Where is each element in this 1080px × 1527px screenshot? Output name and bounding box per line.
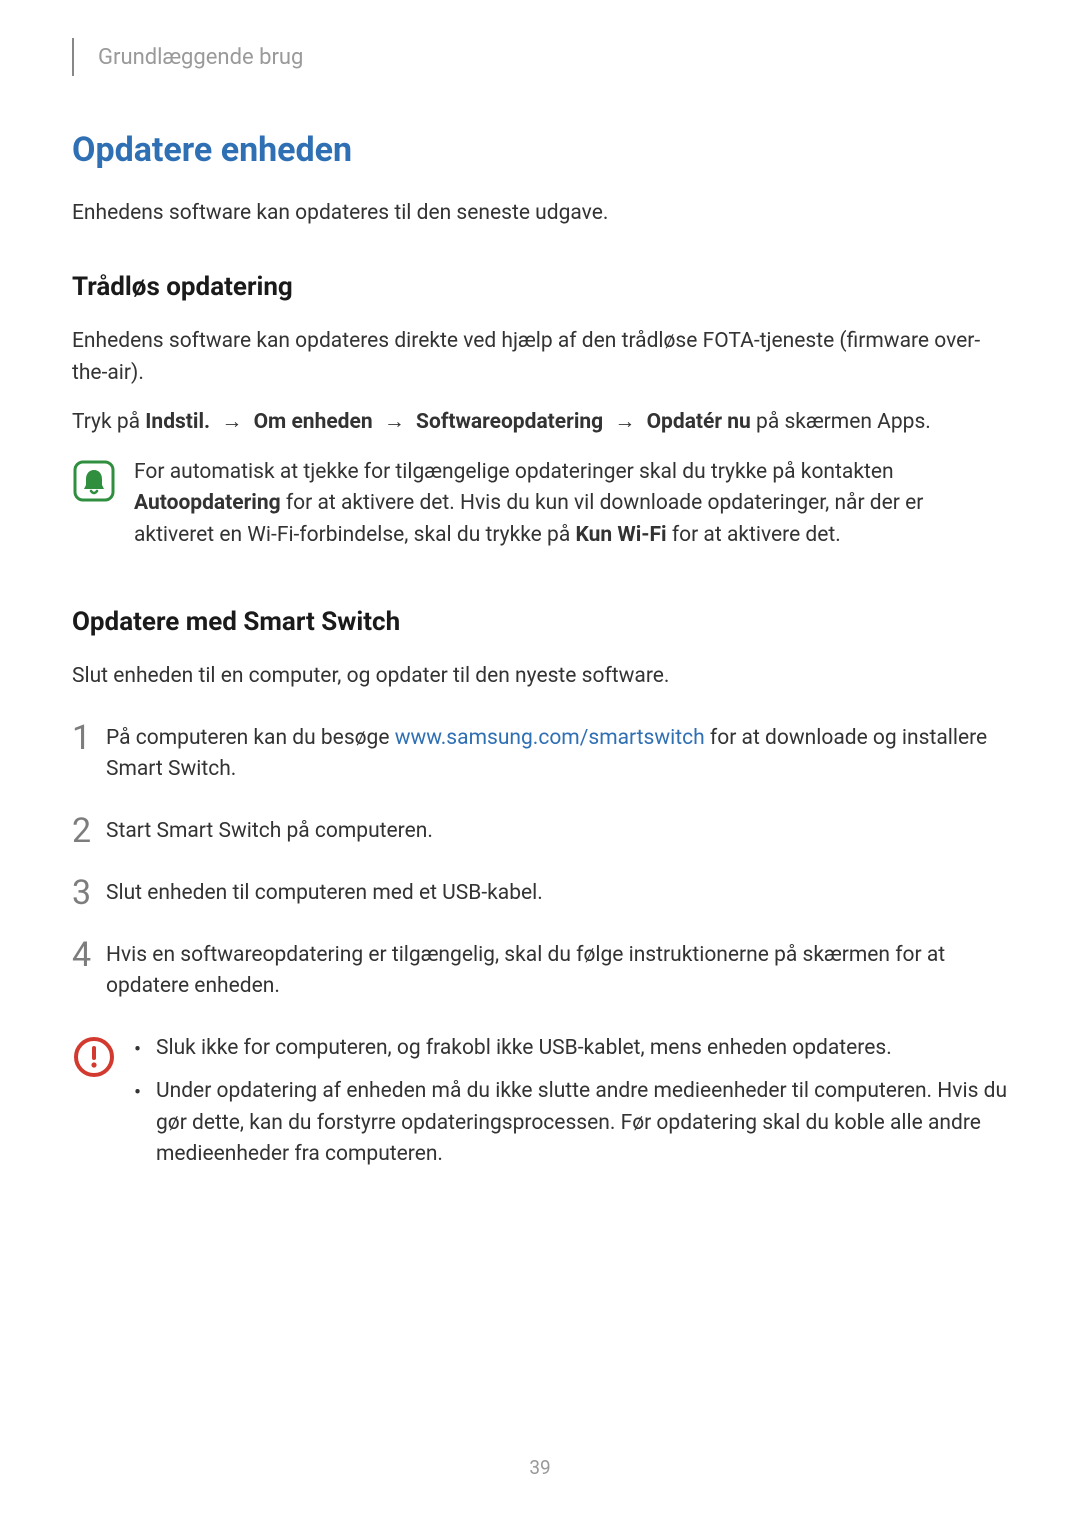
- steps-list: 1 På computeren kan du besøge www.samsun…: [72, 723, 1008, 1003]
- path-arrow: →: [384, 410, 405, 434]
- step-4: 4 Hvis en softwareopdatering er tilgænge…: [72, 940, 1008, 1003]
- warning-item: • Under opdatering af enheden må du ikke…: [134, 1076, 1008, 1171]
- note-bell-icon: [72, 459, 116, 507]
- smartswitch-link[interactable]: www.samsung.com/smartswitch: [395, 726, 705, 750]
- bullet-icon: •: [134, 1033, 156, 1067]
- path-arrow: →: [614, 410, 635, 434]
- warning-text: Under opdatering af enheden må du ikke s…: [156, 1076, 1008, 1171]
- step-3: 3 Slut enheden til computeren med et USB…: [72, 878, 1008, 910]
- path-arrow: →: [221, 410, 242, 434]
- step-body: Hvis en softwareopdatering er tilgængeli…: [106, 940, 1008, 1003]
- path-suffix: på skærmen Apps.: [751, 410, 931, 434]
- note-text: For automatisk at tjekke for tilgængelig…: [134, 457, 1008, 552]
- section-heading-smartswitch: Opdatere med Smart Switch: [72, 607, 1008, 637]
- note-bold-2: Kun Wi-Fi: [575, 523, 666, 547]
- step-body: Start Smart Switch på computeren.: [106, 816, 433, 848]
- warning-list: • Sluk ikke for computeren, og frakobl i…: [134, 1033, 1008, 1181]
- step-body: Slut enheden til computeren med et USB-k…: [106, 878, 543, 910]
- note-bold-1: Autoopdatering: [134, 491, 281, 515]
- smartswitch-intro: Slut enheden til en computer, og opdater…: [72, 661, 1008, 693]
- page-number: 39: [0, 1456, 1080, 1479]
- section-heading-wireless: Trådløs opdatering: [72, 272, 1008, 302]
- warning-item: • Sluk ikke for computeren, og frakobl i…: [134, 1033, 1008, 1067]
- path-part-c: Softwareopdatering: [416, 410, 603, 434]
- step-1: 1 På computeren kan du besøge www.samsun…: [72, 723, 1008, 786]
- note-block: For automatisk at tjekke for tilgængelig…: [72, 457, 1008, 552]
- step1-pre: På computeren kan du besøge: [106, 726, 395, 750]
- warning-block: • Sluk ikke for computeren, og frakobl i…: [72, 1033, 1008, 1181]
- page-content: Grundlæggende brug Opdatere enheden Enhe…: [0, 0, 1080, 1181]
- step-2: 2 Start Smart Switch på computeren.: [72, 816, 1008, 848]
- intro-text: Enhedens software kan opdateres til den …: [72, 198, 1008, 228]
- path-part-d: Opdatér nu: [647, 410, 751, 434]
- page-title: Opdatere enheden: [72, 130, 1008, 170]
- step-body: På computeren kan du besøge www.samsung.…: [106, 723, 1008, 786]
- note-pre: For automatisk at tjekke for tilgængelig…: [134, 460, 894, 484]
- page-header: Grundlæggende brug: [72, 38, 1008, 76]
- warning-text: Sluk ikke for computeren, og frakobl ikk…: [156, 1033, 892, 1065]
- step-number: 4: [72, 938, 106, 972]
- path-part-b: Om enheden: [254, 410, 373, 434]
- navigation-path: Tryk på Indstil. → Om enheden → Software…: [72, 407, 1008, 439]
- path-part-a: Indstil.: [145, 410, 210, 434]
- warning-exclamation-icon: [72, 1035, 116, 1083]
- breadcrumb: Grundlæggende brug: [98, 45, 303, 70]
- path-prefix: Tryk på: [72, 410, 145, 434]
- note-post: for at aktivere det.: [667, 523, 841, 547]
- wireless-description: Enhedens software kan opdateres direkte …: [72, 326, 1008, 389]
- header-divider: [72, 38, 74, 76]
- step-number: 1: [72, 721, 106, 755]
- bullet-icon: •: [134, 1076, 156, 1110]
- step-number: 3: [72, 876, 106, 910]
- step-number: 2: [72, 814, 106, 848]
